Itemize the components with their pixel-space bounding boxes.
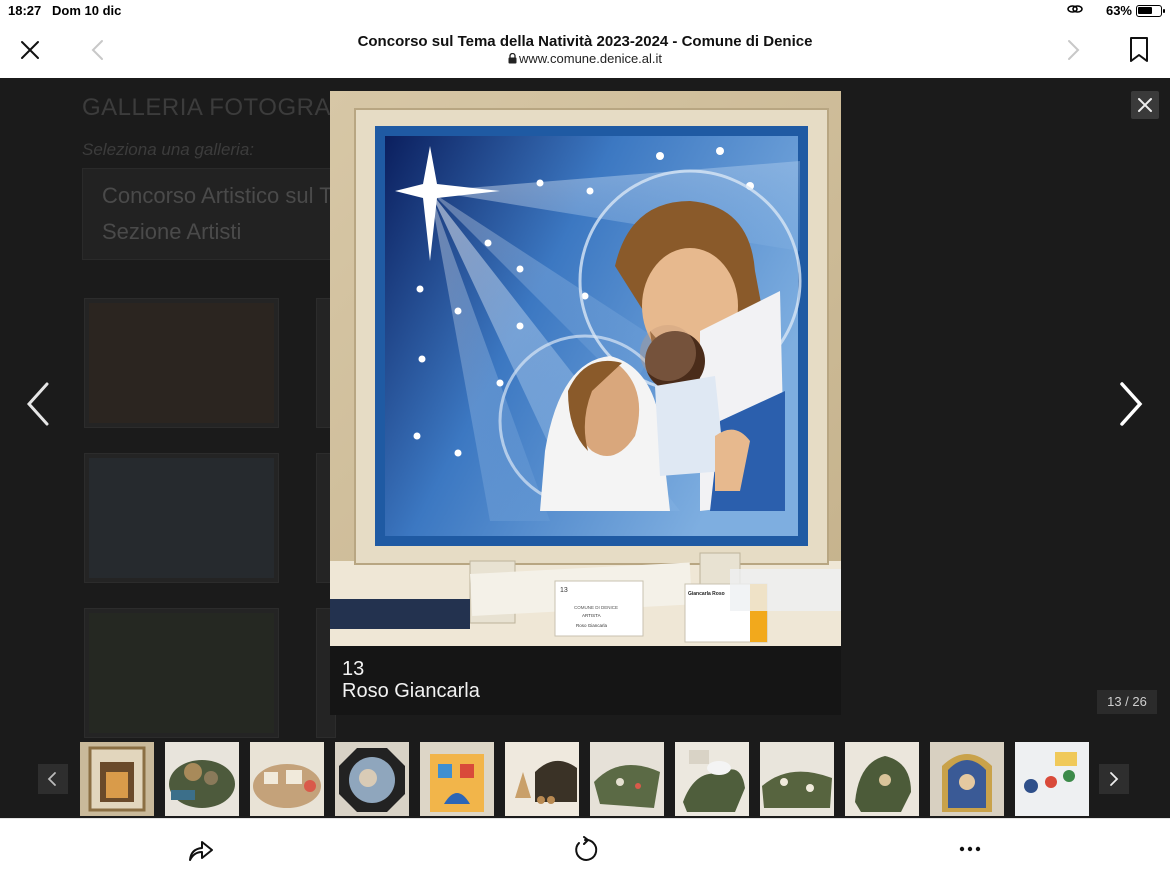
lightbox-caption: 13 Roso Giancarla xyxy=(330,646,841,715)
thumbnail-11[interactable] xyxy=(930,742,1004,816)
battery-icon xyxy=(1136,5,1165,17)
gallery-select-label: Seleziona una galleria: xyxy=(82,140,255,159)
card-left-line1: COMUNE DI DENICE xyxy=(574,605,618,610)
gallery-grid-item xyxy=(84,608,279,738)
gallery-grid-item xyxy=(84,298,279,428)
status-time: 18:27 xyxy=(8,3,42,18)
page-url[interactable]: www.comune.denice.al.it xyxy=(250,51,920,66)
thumbnail-2[interactable] xyxy=(165,742,239,816)
thumbnail-8[interactable] xyxy=(675,742,749,816)
thumbnail-10[interactable] xyxy=(845,742,919,816)
gallery-select-value-line2: Sezione Artisti xyxy=(102,219,242,244)
more-icon[interactable] xyxy=(956,839,984,859)
link-icon xyxy=(1067,5,1083,13)
lightbox-next-icon[interactable] xyxy=(1113,378,1149,430)
page-content: GALLERIA FOTOGRAFIC Seleziona una galler… xyxy=(0,78,1170,818)
card-left-line3: Roso Giancarla xyxy=(576,623,608,628)
chevron-left-icon xyxy=(47,772,56,786)
nativity-painting-photo: 13 COMUNE DI DENICE ARTISTA Roso Giancar… xyxy=(330,91,841,646)
bookmark-icon[interactable] xyxy=(1128,36,1150,64)
page-title: Concorso sul Tema della Natività 2023-20… xyxy=(357,33,813,50)
thumbnail-4[interactable] xyxy=(335,742,409,816)
lock-icon xyxy=(508,52,517,64)
thumbnail-9[interactable] xyxy=(760,742,834,816)
thumbnail-1[interactable] xyxy=(80,742,154,816)
card-left-number: 13 xyxy=(560,587,568,594)
caption-artist-name: Roso Giancarla xyxy=(342,680,480,702)
thumbnail-strip xyxy=(80,742,1090,817)
thumbnail-3[interactable] xyxy=(250,742,324,816)
browser-header: Concorso sul Tema della Natività 2023-20… xyxy=(0,22,1170,78)
thumbnail-12[interactable] xyxy=(1015,742,1089,816)
thumbnail-6[interactable] xyxy=(505,742,579,816)
thumbnail-7[interactable] xyxy=(590,742,664,816)
gallery-heading: GALLERIA FOTOGRAFIC xyxy=(82,94,372,121)
caption-number: 13 xyxy=(342,658,365,680)
image-counter: 13 / 26 xyxy=(1097,690,1157,714)
battery-percent: 63% xyxy=(1105,3,1132,18)
close-icon xyxy=(1138,98,1152,112)
thumbnails-prev-button[interactable] xyxy=(38,764,68,794)
card-right-name: Giancarla Roso xyxy=(688,591,725,597)
back-arrow-icon[interactable] xyxy=(88,39,108,61)
gallery-select-value-line1: Concorso Artistico sul T xyxy=(102,183,333,208)
share-icon[interactable] xyxy=(187,837,215,863)
thumbnail-5[interactable] xyxy=(420,742,494,816)
status-date: Dom 10 dic xyxy=(52,3,122,18)
url-text: www.comune.denice.al.it xyxy=(518,51,663,66)
card-left-line2: ARTISTA xyxy=(582,613,601,618)
chevron-right-icon xyxy=(1110,772,1119,786)
reload-icon[interactable] xyxy=(571,836,599,864)
gallery-grid-item xyxy=(84,453,279,583)
lightbox-prev-icon[interactable] xyxy=(20,378,56,430)
forward-arrow-icon[interactable] xyxy=(1063,39,1083,61)
close-icon[interactable] xyxy=(18,38,42,62)
lightbox: 13 COMUNE DI DENICE ARTISTA Roso Giancar… xyxy=(330,91,841,715)
thumbnails-next-button[interactable] xyxy=(1099,764,1129,794)
gallery-select: Concorso Artistico sul T Sezione Artisti xyxy=(82,168,352,260)
bottom-toolbar xyxy=(0,818,1170,878)
lightbox-close-button[interactable] xyxy=(1131,91,1159,119)
status-bar: 18:27 Dom 10 dic 63% xyxy=(0,0,1170,22)
